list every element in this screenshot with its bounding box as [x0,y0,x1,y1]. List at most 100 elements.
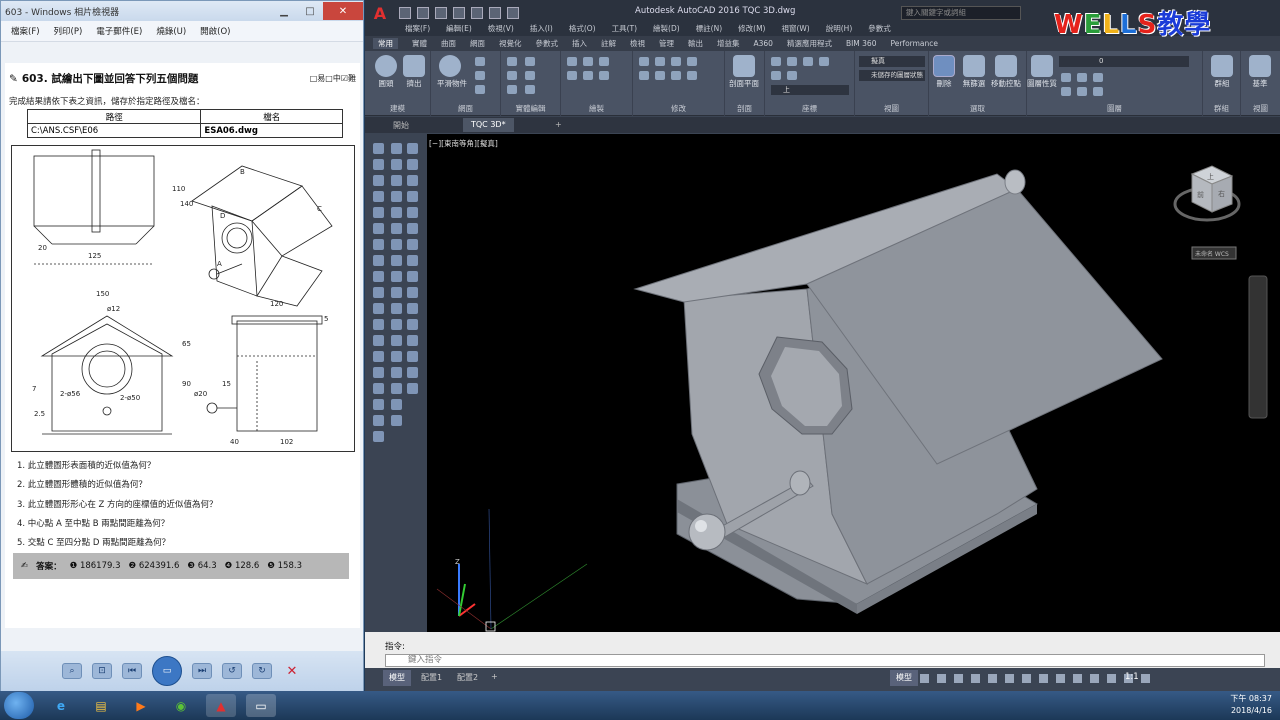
tab-annotate[interactable]: 註解 [601,38,616,49]
toolbar-icon[interactable] [373,191,384,202]
toolbar-icon[interactable] [373,335,384,346]
save-icon[interactable] [435,7,447,19]
toolbar-icon[interactable] [373,303,384,314]
tab-layout2[interactable]: 配置2 [451,670,484,686]
ortho-icon[interactable] [954,674,963,683]
layer-tool-icon[interactable] [1093,87,1103,96]
layer-tool-icon[interactable] [1061,87,1071,96]
command-input[interactable]: 鍵入指令 [385,654,1265,667]
model-space-button[interactable]: 模型 [890,670,918,686]
rotate-icon[interactable] [655,57,665,66]
extrude-icon[interactable] [403,55,425,77]
toolbar-icon[interactable] [407,175,418,186]
viewer-titlebar[interactable]: 603 - Windows 相片檢視器 ▁ □ ✕ [1,1,363,21]
move-gizmo-icon[interactable] [995,55,1017,77]
next-icon[interactable]: ⏭ [192,663,212,679]
ucs-icon[interactable] [819,57,829,66]
menu-item[interactable]: 視窗(W) [781,23,809,34]
previous-icon[interactable]: ⏮ [122,663,142,679]
toolbar-icon[interactable] [373,207,384,218]
layer-tool-icon[interactable] [1061,73,1071,82]
tab-solid[interactable]: 實體 [412,38,427,49]
actual-size-icon[interactable]: ⊡ [92,663,112,679]
copy-icon[interactable] [687,57,697,66]
toolbar-icon[interactable] [391,159,402,170]
toolbar-icon[interactable] [391,383,402,394]
toolbar-icon[interactable] [373,159,384,170]
snap-icon[interactable] [937,674,946,683]
sphere-icon[interactable] [375,55,397,77]
save-as-icon[interactable] [453,7,465,19]
ucs-icon[interactable] [787,57,797,66]
group-button[interactable]: 群組 [1207,78,1237,89]
system-clock[interactable]: 下午 08:37 2018/4/16 [1230,693,1272,717]
menu-item[interactable]: 插入(I) [530,23,553,34]
trim-icon[interactable] [671,57,681,66]
menu-file[interactable]: 檔案(F) [11,25,40,37]
rectangle-icon[interactable] [583,71,593,80]
ucs-dropdown[interactable]: 上 [771,85,849,95]
print-icon[interactable] [471,7,483,19]
toolbar-icon[interactable] [407,303,418,314]
layer-tool-icon[interactable] [1077,73,1087,82]
scale-icon[interactable] [687,71,697,80]
toolbar-icon[interactable] [373,351,384,362]
menu-item[interactable]: 檔案(F) [405,23,430,34]
file-explorer-icon[interactable]: ▤ [86,694,116,717]
toolbar-icon[interactable] [407,351,418,362]
osnap-icon[interactable] [988,674,997,683]
extract-icon[interactable] [525,85,535,94]
menu-item[interactable]: 格式(O) [569,23,596,34]
intersect-icon[interactable] [507,85,517,94]
new-tab-icon[interactable]: + [547,118,570,132]
tab-view[interactable]: 檢視 [630,38,645,49]
toolbar-icon[interactable] [391,143,402,154]
tab-surface[interactable]: 曲面 [441,38,456,49]
culling-icon[interactable] [933,55,955,77]
zoom-icon[interactable]: ⌕ [62,663,82,679]
toolbar-icon[interactable] [391,239,402,250]
menu-email[interactable]: 電子郵件(E) [96,25,142,37]
menu-item[interactable]: 標註(N) [696,23,722,34]
rotate-right-icon[interactable]: ↻ [252,663,272,679]
fillet-icon[interactable] [655,71,665,80]
menu-burn[interactable]: 燒錄(U) [156,25,186,37]
menu-open[interactable]: 開啟(O) [200,25,230,37]
viewcube-right[interactable]: 右 [1218,189,1225,198]
toolbar-icon[interactable] [373,223,384,234]
menu-print[interactable]: 列印(P) [54,25,83,37]
annotation-scale[interactable]: 1:1 [1125,672,1139,682]
extrude-button[interactable]: 擠出 [399,78,429,89]
move-gizmo-button[interactable]: 移動控點 [991,78,1021,89]
rotate-left-icon[interactable]: ↺ [222,663,242,679]
visual-style-dropdown[interactable]: 擬真 [859,56,925,67]
toolbar-icon[interactable] [391,319,402,330]
ucs-icon[interactable] [771,57,781,66]
photo-viewer-taskbar-icon[interactable]: ▭ [246,694,276,717]
toolbar-icon[interactable] [373,319,384,330]
tab-performance[interactable]: Performance [890,39,938,48]
toolbar-icon[interactable] [407,159,418,170]
menu-item[interactable]: 繪製(D) [653,23,680,34]
tab-visualize[interactable]: 視覺化 [499,38,522,49]
mesh-tool-icon[interactable] [475,85,485,94]
toolbar-icon[interactable] [407,335,418,346]
open-icon[interactable] [417,7,429,19]
toolbar-icon[interactable] [407,271,418,282]
media-player-icon[interactable]: ▶ [126,694,156,717]
toolbar-icon[interactable] [407,319,418,330]
auto-scale-icon[interactable] [1141,674,1150,683]
menu-item[interactable]: 參數式 [868,23,891,34]
close-icon[interactable]: ✕ [323,2,363,20]
layer-state-dropdown[interactable]: 未儲存的圖層狀態 [859,70,925,81]
polygon-icon[interactable] [599,71,609,80]
toolbar-icon[interactable] [407,143,418,154]
wcs-dropdown[interactable]: 未命名 WCS [1195,250,1229,258]
ucs-icon[interactable] [771,71,781,80]
toolbar-icon[interactable] [407,207,418,218]
toolbar-icon[interactable] [373,415,384,426]
toolbar-icon[interactable] [391,255,402,266]
arc-icon[interactable] [599,57,609,66]
otrack-icon[interactable] [1022,674,1031,683]
tab-tqc-3d[interactable]: TQC 3D* [463,118,514,132]
